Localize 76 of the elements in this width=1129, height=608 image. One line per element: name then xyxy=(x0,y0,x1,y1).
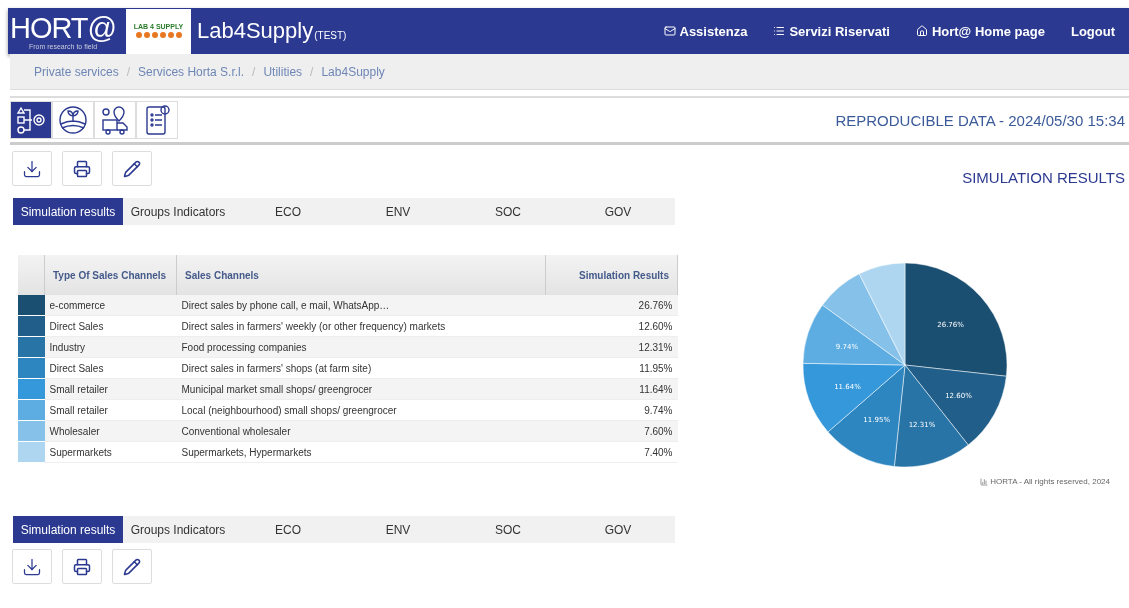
tablet-checklist-icon xyxy=(143,104,171,136)
delivery-truck-icon xyxy=(99,104,131,136)
app-suffix: (TEST) xyxy=(314,29,347,41)
tab[interactable]: Groups Indicators xyxy=(123,516,233,543)
breadcrumb-separator: / xyxy=(252,64,256,79)
table-cell: 11.95% xyxy=(545,357,678,379)
printer-icon xyxy=(73,159,91,178)
table-cell: Industry xyxy=(44,336,177,358)
print-button[interactable] xyxy=(62,549,102,584)
app-title: Lab4Supply xyxy=(197,18,314,44)
download-button[interactable] xyxy=(12,151,52,186)
pencil-icon xyxy=(123,159,141,178)
table-cell: 12.60% xyxy=(545,315,678,337)
brand-logo: HORT@ xyxy=(9,12,117,43)
table-cell: Small retailer xyxy=(44,399,177,421)
table-cell: Supermarkets xyxy=(44,441,177,463)
reproducible-data-label: REPRODUCIBLE DATA - 2024/05/30 15:34 xyxy=(835,111,1126,129)
download-icon xyxy=(22,556,42,577)
printer-icon xyxy=(73,557,91,576)
table-cell: Food processing companies xyxy=(176,336,546,358)
module-button[interactable] xyxy=(136,101,178,139)
chart-credit: HORTA - All rights reserved, 2024 xyxy=(990,477,1110,486)
table-cell: Small retailer xyxy=(44,378,177,400)
table-cell: Direct sales in farmers' weekly (or other frequency) markets xyxy=(176,315,546,337)
table-cell: Municipal market small shops/ greengrocer xyxy=(176,378,546,400)
tab[interactable]: SOC xyxy=(453,516,563,543)
nav-link[interactable]: Assistenza xyxy=(663,23,748,39)
tab[interactable]: GOV xyxy=(563,516,673,543)
plant-field-icon xyxy=(58,105,88,135)
nav-link[interactable]: Hort@ Home page xyxy=(915,23,1045,39)
table-cell: 9.74% xyxy=(545,399,678,421)
table-cell: Supermarkets, Hypermarkets xyxy=(176,441,546,463)
table-cell: Conventional wholesaler xyxy=(176,420,546,442)
list-icon xyxy=(773,25,786,37)
tab[interactable]: Groups Indicators xyxy=(123,198,233,225)
pencil-icon xyxy=(123,557,141,576)
download-button[interactable] xyxy=(12,549,52,584)
tab[interactable]: ENV xyxy=(343,198,453,225)
home-icon xyxy=(915,25,928,37)
table-cell: Direct sales by phone call, e mail, WhatsApp… xyxy=(176,295,546,316)
table-cell: Direct sales in farmers' shops (at farm site) xyxy=(176,357,546,379)
edit-button[interactable] xyxy=(112,549,152,584)
chart-icon xyxy=(980,477,989,486)
mail-icon xyxy=(663,25,676,37)
tab[interactable]: ECO xyxy=(233,516,343,543)
column-header: Sales Channels xyxy=(176,255,546,295)
breadcrumb-separator: / xyxy=(310,64,314,79)
column-header: Type Of Sales Channels xyxy=(44,255,177,295)
module-button[interactable] xyxy=(52,101,94,139)
breadcrumb-separator: / xyxy=(126,64,131,79)
table-cell: 12.31% xyxy=(545,336,678,358)
table-cell: 7.60% xyxy=(545,420,678,442)
download-icon xyxy=(22,158,42,179)
tab[interactable]: ECO xyxy=(233,198,343,225)
table-cell: 7.40% xyxy=(545,441,678,463)
table-cell: 11.64% xyxy=(545,378,678,400)
tab[interactable]: ENV xyxy=(343,516,453,543)
table-cell: e-commerce xyxy=(44,295,177,316)
section-title: SIMULATION RESULTS xyxy=(962,169,1126,186)
table-cell: Wholesaler xyxy=(44,420,177,442)
table-cell: Direct Sales xyxy=(44,357,177,379)
nav-link[interactable]: Servizi Riservati xyxy=(773,23,890,39)
tab[interactable]: Simulation results xyxy=(13,516,123,543)
module-button[interactable] xyxy=(10,101,52,139)
tab[interactable]: SOC xyxy=(453,198,563,225)
table-cell: Local (neighbourhood) small shops/ greengrocer xyxy=(176,399,546,421)
nav-link[interactable]: Logout xyxy=(1070,23,1115,39)
process-gear-icon xyxy=(15,105,47,135)
column-header: Simulation Results xyxy=(545,255,678,295)
table-cell: Direct Sales xyxy=(44,315,177,337)
module-button[interactable] xyxy=(94,101,136,139)
edit-button[interactable] xyxy=(112,151,152,186)
table-cell: 26.76% xyxy=(545,295,678,316)
tab[interactable]: GOV xyxy=(563,198,673,225)
print-button[interactable] xyxy=(62,151,102,186)
tab[interactable]: Simulation results xyxy=(13,198,123,225)
